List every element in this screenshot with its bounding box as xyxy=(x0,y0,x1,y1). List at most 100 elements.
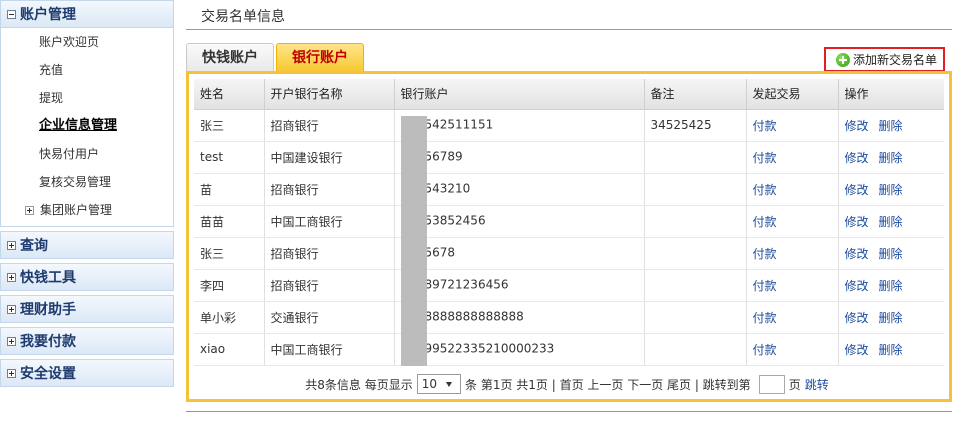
cell-initiate: 付款 xyxy=(746,269,839,302)
cell-account-wrap: 542511151 xyxy=(394,109,645,142)
jump-page-input[interactable] xyxy=(758,374,785,394)
table-row: 张三 招商银行 5678 付款 修改 删除 xyxy=(194,237,944,270)
sidebar-item-quickpay-users[interactable]: 快易付用户 xyxy=(1,140,173,168)
cell-bank: 招商银行 xyxy=(264,237,395,270)
collapse-icon[interactable] xyxy=(7,9,16,19)
edit-link[interactable]: 修改 xyxy=(845,343,869,357)
delete-link[interactable]: 删除 xyxy=(879,247,903,261)
sidebar-item-review-transactions[interactable]: 复核交易管理 xyxy=(1,168,173,196)
column-header-bank: 开户银行名称 xyxy=(264,79,395,110)
tab-bank-account[interactable]: 银行账户 xyxy=(276,43,364,71)
pay-link[interactable]: 付款 xyxy=(753,311,777,325)
cell-initiate: 付款 xyxy=(746,109,839,142)
page-title: 交易名单信息 xyxy=(201,9,285,25)
add-icon xyxy=(835,52,850,67)
edit-link[interactable]: 修改 xyxy=(845,151,869,165)
pay-link[interactable]: 付款 xyxy=(753,215,777,229)
edit-link[interactable]: 修改 xyxy=(845,119,869,133)
column-header-account: 银行账户 xyxy=(394,79,645,110)
tab-quickmoney-account[interactable]: 快钱账户 xyxy=(186,43,274,71)
sidebar-group-label: 查询 xyxy=(20,238,48,254)
expand-icon[interactable] xyxy=(7,304,16,314)
sidebar-group-label: 快钱工具 xyxy=(20,270,76,286)
sidebar-group-query[interactable]: 查询 xyxy=(0,231,174,259)
pay-link[interactable]: 付款 xyxy=(753,279,777,293)
cell-account-wrap: 89721236456 xyxy=(394,269,645,302)
table-header-row: 姓名 开户银行名称 银行账户 备注 发起交易 操作 xyxy=(194,79,944,110)
column-header-initiate: 发起交易 xyxy=(746,79,839,110)
table-row: 苗苗 中国工商银行 53852456 付款 修改 删除 xyxy=(194,205,944,238)
sidebar-group-payment[interactable]: 我要付款 xyxy=(0,327,174,355)
sidebar-item-withdraw[interactable]: 提现 xyxy=(1,84,173,112)
pager-page-unit: 页 xyxy=(788,377,801,392)
cell-account: 99522335210000233 xyxy=(424,341,555,356)
cell-bank: 中国工商银行 xyxy=(264,205,395,238)
title-divider xyxy=(186,29,952,30)
cell-initiate: 付款 xyxy=(746,333,839,366)
pay-link[interactable]: 付款 xyxy=(753,119,777,133)
sidebar-group-account-management[interactable]: 账户管理 xyxy=(0,0,174,28)
pager-nav-text: 条 第1页 共1页 | 首页 上一页 下一页 尾页 | 跳转到第 xyxy=(465,377,751,392)
cell-note xyxy=(644,205,747,238)
pay-link[interactable]: 付款 xyxy=(753,247,777,261)
delete-link[interactable]: 删除 xyxy=(879,183,903,197)
sidebar-group-tools[interactable]: 快钱工具 xyxy=(0,263,174,291)
cell-note xyxy=(644,141,747,174)
cell-actions: 修改 删除 xyxy=(838,269,944,302)
cell-actions: 修改 删除 xyxy=(838,141,944,174)
cell-account: 53852456 xyxy=(424,213,486,228)
pay-link[interactable]: 付款 xyxy=(753,343,777,357)
add-button-label: 添加新交易名单 xyxy=(852,53,937,67)
add-trade-list-button[interactable]: 添加新交易名单 xyxy=(823,47,945,72)
edit-link[interactable]: 修改 xyxy=(845,279,869,293)
edit-link[interactable]: 修改 xyxy=(845,183,869,197)
cell-note xyxy=(644,237,747,270)
sidebar-item-group-accounts[interactable]: 集团账户管理 xyxy=(1,196,173,224)
table-row: xiao 中国工商银行 99522335210000233 付款 修改 删除 xyxy=(194,333,944,366)
table-body: 张三 招商银行 542511151 34525425 付款 修改 删除 test 中国建设银行 5… xyxy=(194,109,944,366)
jump-button[interactable]: 跳转 xyxy=(805,376,829,393)
table-row: 李四 招商银行 89721236456 付款 修改 删除 xyxy=(194,269,944,302)
cell-account: 56789 xyxy=(424,149,463,164)
cell-bank: 招商银行 xyxy=(264,173,395,206)
cell-initiate: 付款 xyxy=(746,301,839,334)
chevron-down-icon xyxy=(446,381,452,387)
cell-account-wrap: 543210 xyxy=(394,173,645,206)
bank-account-panel: 姓名 开户银行名称 银行账户 备注 发起交易 操作 张三 招商银行 54251115… xyxy=(186,71,952,402)
edit-link[interactable]: 修改 xyxy=(845,247,869,261)
account-redaction-mask xyxy=(401,116,427,366)
cell-bank: 中国工商银行 xyxy=(264,333,395,366)
cell-bank: 招商银行 xyxy=(264,269,395,302)
sidebar-group-finance-assistant[interactable]: 理财助手 xyxy=(0,295,174,323)
sidebar: 账户管理 账户欢迎页 充值 提现 企业信息管理 快易付用户 复核交易管理 集团账… xyxy=(0,0,174,429)
pay-link[interactable]: 付款 xyxy=(753,183,777,197)
cell-actions: 修改 删除 xyxy=(838,109,944,142)
cell-name: xiao xyxy=(194,333,265,366)
pay-link[interactable]: 付款 xyxy=(753,151,777,165)
sidebar-group-security[interactable]: 安全设置 xyxy=(0,359,174,387)
edit-link[interactable]: 修改 xyxy=(845,311,869,325)
expand-icon[interactable] xyxy=(7,272,16,282)
delete-link[interactable]: 删除 xyxy=(879,215,903,229)
cell-account-wrap: 99522335210000233 xyxy=(394,333,645,366)
expand-icon[interactable] xyxy=(7,336,16,346)
sidebar-item-recharge[interactable]: 充值 xyxy=(1,56,173,84)
expand-icon[interactable] xyxy=(7,368,16,378)
sidebar-group-label: 我要付款 xyxy=(20,334,76,350)
delete-link[interactable]: 删除 xyxy=(879,279,903,293)
delete-link[interactable]: 删除 xyxy=(879,151,903,165)
edit-link[interactable]: 修改 xyxy=(845,215,869,229)
sidebar-item-company-info[interactable]: 企业信息管理 xyxy=(1,112,173,140)
sidebar-item-account-welcome[interactable]: 账户欢迎页 xyxy=(1,28,173,56)
delete-link[interactable]: 删除 xyxy=(879,343,903,357)
delete-link[interactable]: 删除 xyxy=(879,119,903,133)
delete-link[interactable]: 删除 xyxy=(879,311,903,325)
pager-summary: 共8条信息 每页显示 xyxy=(305,377,413,392)
cell-note xyxy=(644,269,747,302)
column-header-name: 姓名 xyxy=(194,79,265,110)
cell-name: 张三 xyxy=(194,109,265,142)
expand-icon[interactable] xyxy=(7,240,16,250)
page-size-select[interactable]: 10 xyxy=(416,374,461,394)
cell-name: 张三 xyxy=(194,237,265,270)
expand-icon[interactable] xyxy=(25,206,34,215)
